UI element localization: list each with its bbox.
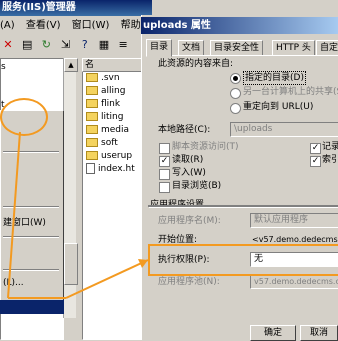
tab-directory[interactable]: 目录 xyxy=(146,39,173,57)
